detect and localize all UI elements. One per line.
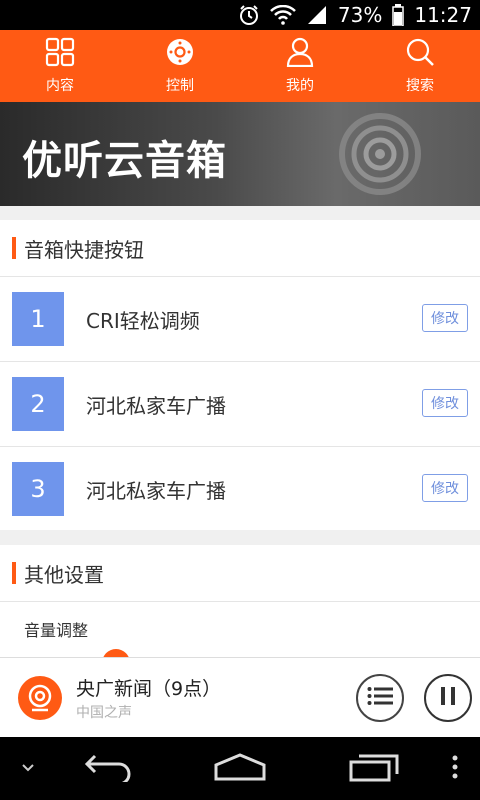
edit-button[interactable]: 修改 <box>422 389 468 417</box>
recent-apps-button[interactable] <box>342 737 406 800</box>
section-title: 音箱快捷按钮 <box>24 237 144 262</box>
system-nav-bar <box>0 737 480 800</box>
banner: 优听云音箱 <box>0 102 480 206</box>
signal-icon <box>306 4 328 26</box>
home-button[interactable] <box>210 737 270 800</box>
user-icon <box>285 37 315 71</box>
battery-icon <box>392 4 405 26</box>
battery-percent: 73% <box>337 3 383 27</box>
control-icon <box>165 37 195 71</box>
wifi-icon <box>270 5 296 25</box>
shortcut-number: 2 <box>12 377 64 431</box>
shortcut-name: CRI轻松调频 <box>86 308 200 333</box>
nav-tab-label: 搜索 <box>406 78 434 94</box>
shortcut-name: 河北私家车广播 <box>86 393 226 418</box>
shortcut-number: 1 <box>12 292 64 346</box>
nav-tab-mine[interactable]: 我的 <box>240 30 360 102</box>
section-header: 音箱快捷按钮 <box>0 220 480 277</box>
home-icon <box>214 752 266 785</box>
nav-tab-label: 内容 <box>46 78 74 94</box>
nav-tab-content[interactable]: 内容 <box>0 30 120 102</box>
section-title: 其他设置 <box>24 562 104 587</box>
banner-title: 优听云音箱 <box>22 138 227 184</box>
pause-button[interactable] <box>424 674 472 722</box>
search-icon <box>405 37 435 71</box>
other-settings-section: 其他设置 音量调整 <box>0 545 480 677</box>
alarm-icon <box>238 4 260 26</box>
status-bar: 73% 11:27 <box>0 0 480 30</box>
more-vertical-icon <box>451 755 459 783</box>
shortcut-section: 音箱快捷按钮 1 CRI轻松调频 修改 2 河北私家车广播 修改 3 河北私家车… <box>0 220 480 530</box>
clock: 11:27 <box>414 3 472 27</box>
nav-tab-control[interactable]: 控制 <box>120 30 240 102</box>
nav-tab-search[interactable]: 搜索 <box>360 30 480 102</box>
nav-tab-label: 控制 <box>166 78 194 94</box>
station-logo-icon[interactable] <box>18 676 62 720</box>
shortcut-row-1[interactable]: 1 CRI轻松调频 修改 <box>0 277 480 362</box>
top-nav: 内容 控制 我的 搜索 <box>0 30 480 102</box>
back-arrow-icon <box>83 752 133 786</box>
list-icon <box>367 686 393 710</box>
section-accent-bar <box>12 237 16 259</box>
grid-icon <box>45 37 75 71</box>
edit-button[interactable]: 修改 <box>422 474 468 502</box>
shortcut-row-2[interactable]: 2 河北私家车广播 修改 <box>0 362 480 447</box>
status-icons: 73% 11:27 <box>238 0 472 30</box>
now-playing-title: 央广新闻（9点） <box>76 678 222 700</box>
section-accent-bar <box>12 562 16 584</box>
volume-label: 音量调整 <box>24 621 89 640</box>
now-playing-subtitle: 中国之声 <box>76 705 132 721</box>
speaker-graphic <box>338 112 422 200</box>
recent-apps-icon <box>349 752 399 786</box>
shortcut-number: 3 <box>12 462 64 516</box>
chevron-down-icon <box>20 759 36 778</box>
back-button[interactable] <box>78 737 138 800</box>
section-header: 其他设置 <box>0 545 480 602</box>
hide-nav-button[interactable] <box>10 737 46 800</box>
nav-tab-label: 我的 <box>286 78 314 94</box>
playlist-button[interactable] <box>356 674 404 722</box>
overflow-menu-button[interactable] <box>440 737 470 800</box>
shortcut-row-3[interactable]: 3 河北私家车广播 修改 <box>0 447 480 531</box>
edit-button[interactable]: 修改 <box>422 304 468 332</box>
mini-player: 央广新闻（9点） 中国之声 <box>0 657 480 738</box>
shortcut-name: 河北私家车广播 <box>86 478 226 503</box>
pause-icon <box>440 686 456 710</box>
